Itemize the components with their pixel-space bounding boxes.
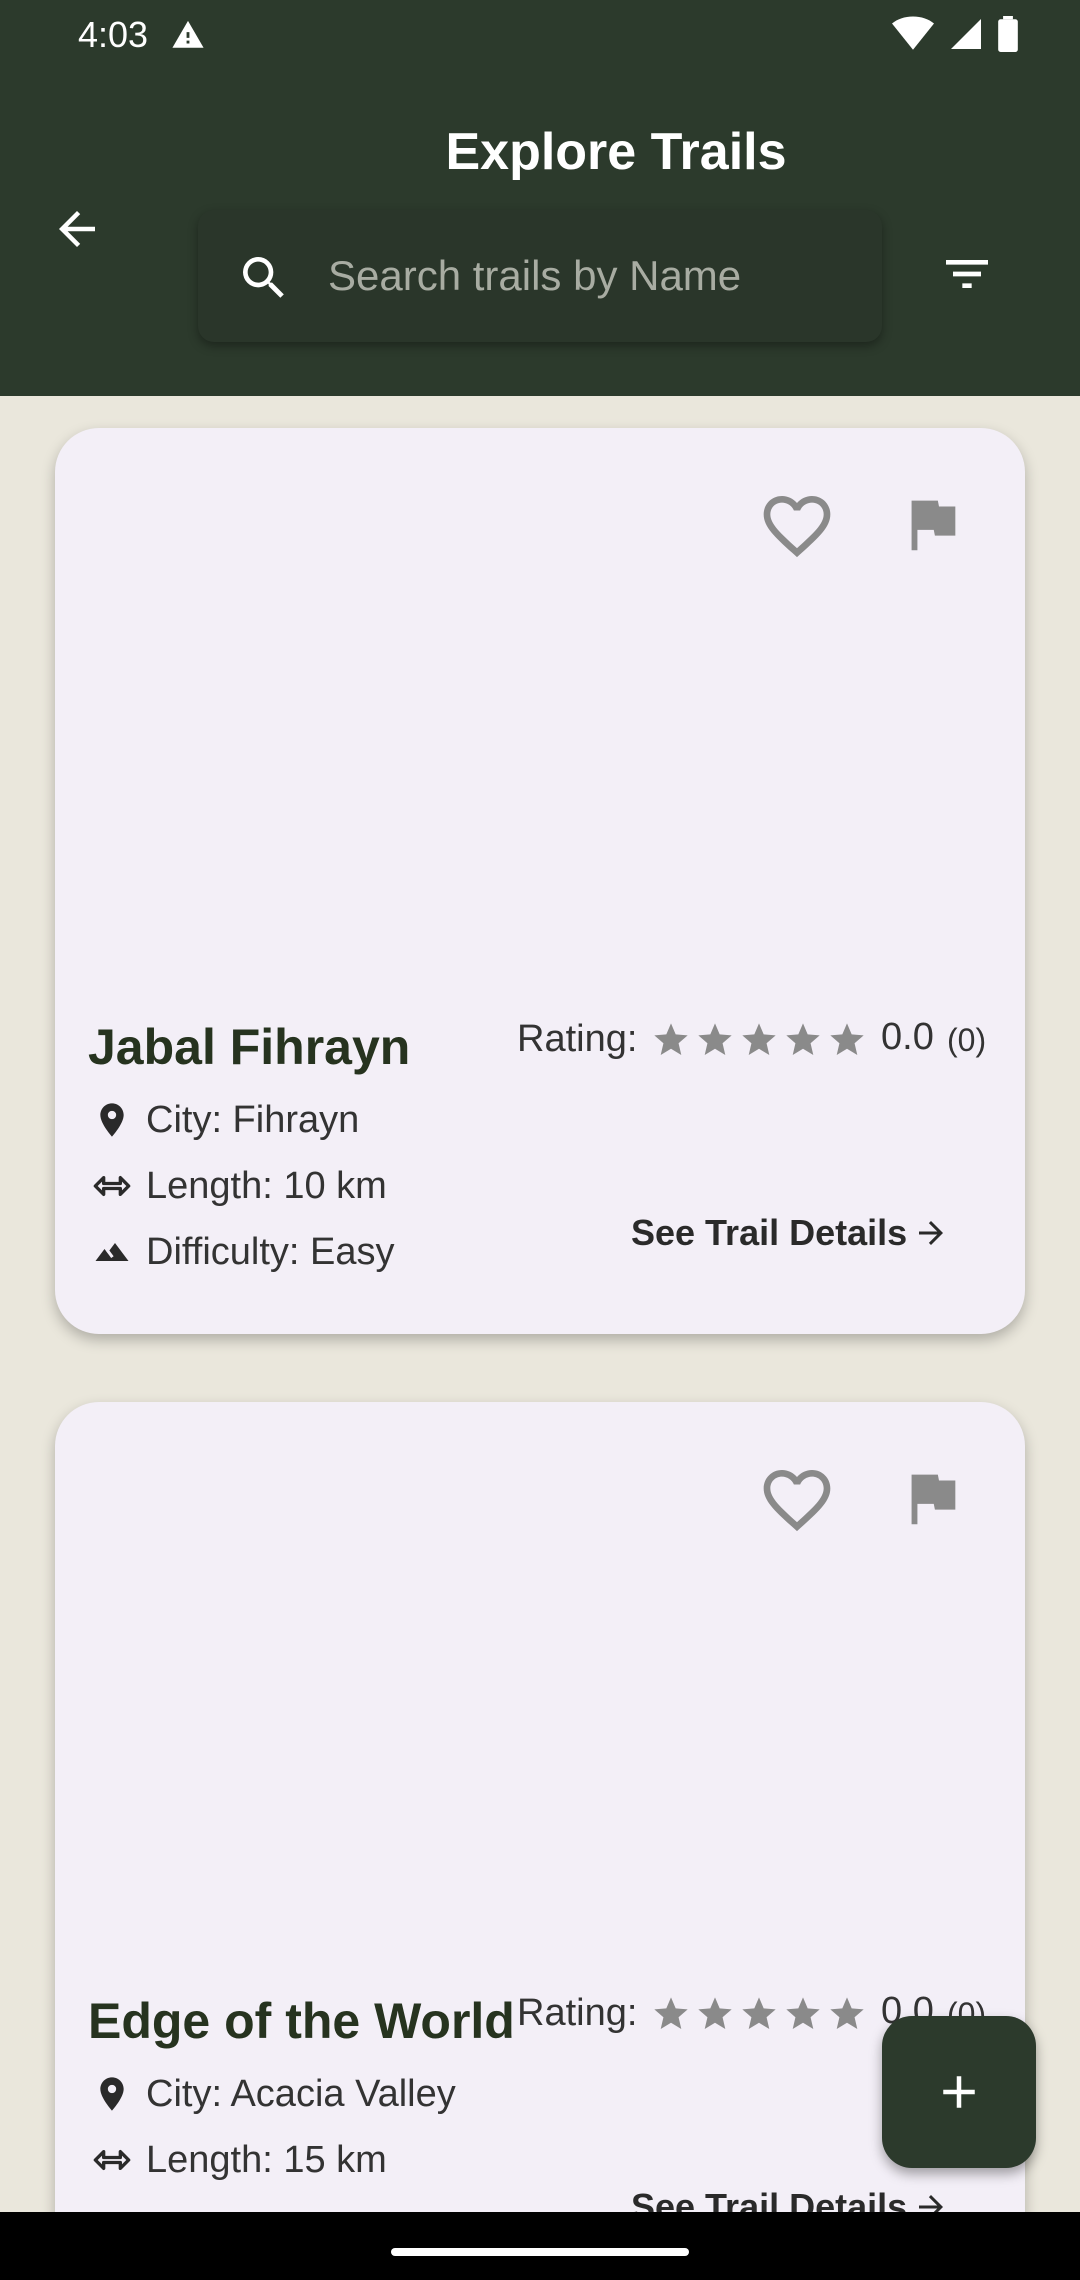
trail-city-text: City: Acacia Valley	[146, 2072, 456, 2115]
search-icon	[243, 257, 284, 298]
mountain-icon	[88, 1228, 136, 1276]
trail-difficulty: Difficulty: Easy	[88, 1228, 394, 1276]
flag-icon[interactable]	[897, 1462, 967, 1534]
search-bar[interactable]	[198, 210, 882, 342]
plus-icon	[943, 2076, 975, 2108]
signal-icon	[951, 19, 981, 49]
trail-city: City: Acacia Valley	[88, 2070, 456, 2118]
arrows-horizontal-icon	[88, 2136, 136, 2184]
trail-length: Length: 10 km	[88, 1162, 387, 1210]
star-icon	[742, 1023, 776, 1055]
trail-card[interactable]: Edge of the World Rating: 0.0 (0) City: …	[55, 1402, 1025, 2280]
warning-icon	[172, 20, 204, 48]
rating-stars	[651, 1020, 867, 1060]
page-title: Explore Trails	[445, 123, 787, 181]
star-icon	[698, 1997, 732, 2029]
trail-length: Length: 15 km	[88, 2136, 387, 2184]
status-icons	[892, 16, 1018, 52]
arrow-forward-icon	[919, 1221, 944, 1245]
star-icon	[830, 1997, 864, 2029]
star-icon	[830, 1023, 864, 1055]
location-pin-icon	[88, 2070, 136, 2118]
trail-card[interactable]: Jabal Fihrayn Rating: 0.0 (0) City: Fihr…	[55, 428, 1025, 1334]
rating-label: Rating:	[517, 1992, 638, 2034]
star-icon	[742, 1997, 776, 2029]
star-icon	[786, 1023, 820, 1055]
see-trail-details-link[interactable]: See Trail Details	[631, 1212, 949, 1254]
wifi-icon	[892, 16, 934, 50]
see-trail-details-label: See Trail Details	[631, 1212, 908, 1253]
star-icon	[786, 1997, 820, 2029]
rating-label: Rating:	[517, 1018, 638, 1060]
flag-icon[interactable]	[897, 488, 967, 560]
trail-name: Edge of the World	[88, 1993, 515, 2049]
explore-trails-screen: 4:03 Explore Trails Search trails by Nam…	[0, 0, 1080, 2280]
trail-city-text: City: Fihrayn	[146, 1098, 360, 1141]
rating-count: (0)	[947, 1022, 987, 1058]
star-icon	[698, 1023, 732, 1055]
location-pin-icon	[88, 1096, 136, 1144]
heart-outline-icon[interactable]	[757, 1460, 837, 1540]
rating-value: 0.0	[881, 1016, 934, 1058]
filter-icon[interactable]	[936, 246, 998, 302]
trail-difficulty-text: Difficulty: Easy	[146, 1230, 395, 1273]
app-header: 4:03 Explore Trails	[0, 0, 1080, 396]
back-button[interactable]	[44, 196, 110, 262]
trail-name: Jabal Fihrayn	[88, 1019, 411, 1075]
arrow-back-icon	[59, 211, 95, 247]
add-trail-button[interactable]	[882, 2016, 1036, 2168]
star-icon	[654, 1023, 688, 1055]
trail-length-text: Length: 10 km	[146, 1164, 387, 1207]
trail-city: City: Fihrayn	[88, 1096, 359, 1144]
heart-outline-icon[interactable]	[757, 486, 837, 566]
battery-icon	[998, 16, 1018, 52]
status-time: 4:03	[78, 14, 149, 55]
status-bar: 4:03	[0, 0, 1080, 70]
trail-length-text: Length: 15 km	[146, 2138, 387, 2181]
rating-stars	[651, 1994, 867, 2034]
system-nav-bar	[0, 2212, 1080, 2280]
home-gesture-handle[interactable]	[391, 2248, 689, 2256]
star-icon	[654, 1997, 688, 2029]
search-input[interactable]	[328, 242, 848, 310]
arrows-horizontal-icon	[88, 1162, 136, 1210]
